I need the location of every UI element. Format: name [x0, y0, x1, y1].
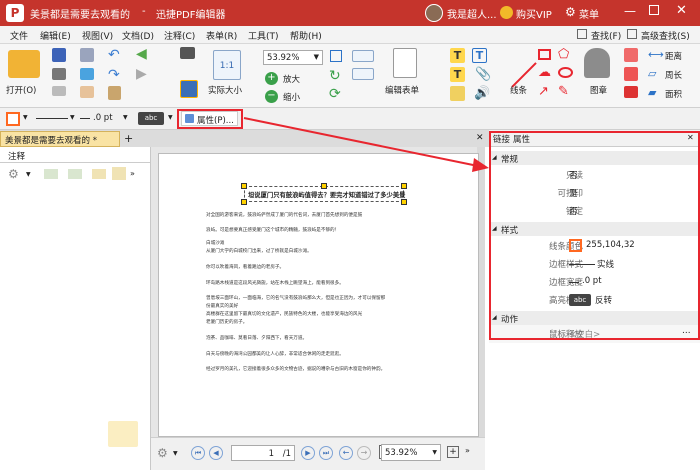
annotation-arrow [243, 117, 489, 172]
arrow-line [243, 117, 479, 167]
arrow-head [472, 158, 489, 172]
